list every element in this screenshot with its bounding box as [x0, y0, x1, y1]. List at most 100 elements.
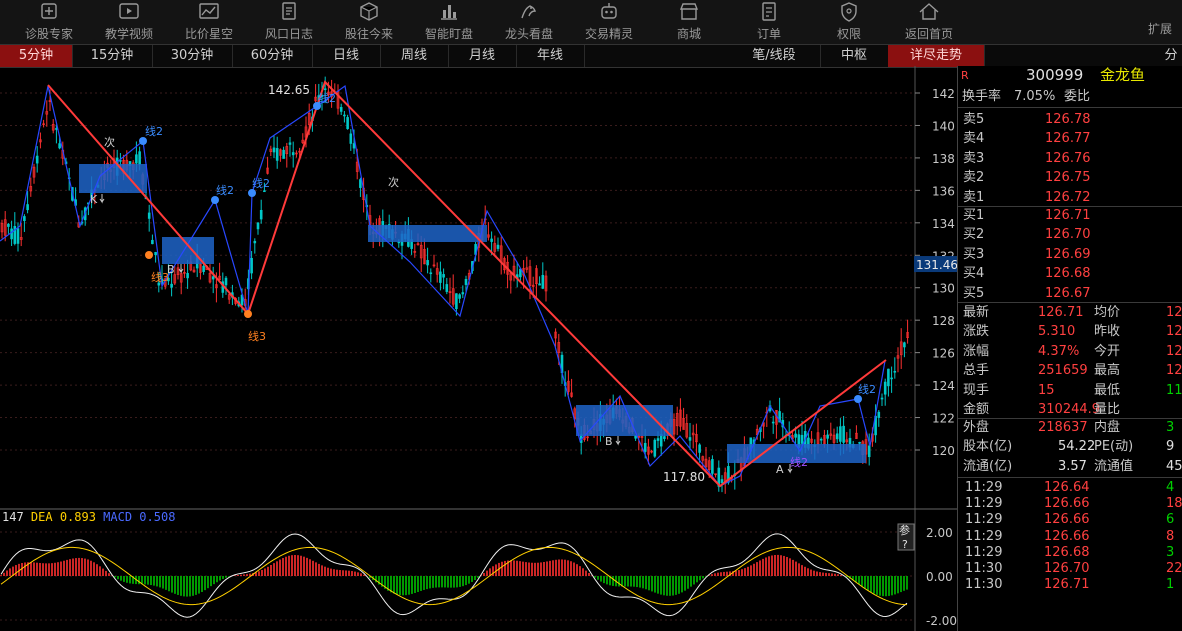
pivot-zone[interactable]	[576, 405, 673, 436]
pivot-dot[interactable]	[145, 251, 153, 259]
candle-body	[288, 142, 292, 145]
stat-label-2: PE(动)	[1094, 439, 1134, 455]
toolbar-order-button[interactable]: 订单	[729, 0, 809, 44]
candle-body	[461, 292, 465, 295]
annotation-label: 线2	[318, 91, 336, 105]
toolbar-label: 商城	[676, 27, 701, 41]
tab-period[interactable]: 年线	[516, 45, 585, 67]
toolbar-dragon-button[interactable]: 龙头看盘	[489, 0, 569, 44]
ask-price: 126.72	[1045, 189, 1091, 205]
stat-label-2: 最高	[1094, 363, 1121, 379]
bid-price: 126.69	[1045, 246, 1091, 262]
macd-tick-label: 2.00	[926, 526, 953, 540]
pivot-zone[interactable]	[162, 237, 214, 264]
pivot-zone[interactable]	[79, 164, 147, 193]
candle-body	[256, 222, 260, 230]
tab-period[interactable]: 60分钟	[232, 45, 313, 67]
stat-value-2: 12	[1166, 363, 1182, 379]
ask-row: 卖2 126.75	[958, 168, 1182, 187]
candle-body	[138, 151, 141, 165]
pivot-dot[interactable]	[211, 196, 219, 204]
ask-price: 126.78	[1045, 112, 1091, 127]
period-tab-bar: 5分钟 15分钟 30分钟 60分钟 日线 周线 月线 年线 笔/线段 中枢 详尽走势 分	[0, 44, 1182, 68]
arrow-down-icon	[99, 194, 105, 204]
tab-edge[interactable]: 分	[1160, 45, 1182, 67]
tick-price: 126.71	[1044, 577, 1090, 593]
pivot-dot[interactable]	[854, 395, 862, 403]
ask-price: 126.76	[1045, 150, 1091, 166]
toolbar-robot-button[interactable]: 交易精灵	[569, 0, 649, 44]
ask-row: 卖4 126.77	[958, 129, 1182, 148]
kline-chart[interactable]: 142140138136134132130128126124122120131.…	[0, 66, 957, 631]
candle-body	[282, 149, 285, 159]
toolbar-shield-button[interactable]: 权限	[809, 0, 889, 44]
toolbar-plus-box-button[interactable]: 诊股专家	[9, 0, 89, 44]
tab-analysis[interactable]: 详尽走势	[888, 45, 985, 67]
candle-body	[698, 444, 701, 453]
candle-body	[826, 434, 829, 439]
tab-period[interactable]: 日线	[312, 45, 381, 67]
stat-value: 218637	[1038, 420, 1088, 435]
tab-period[interactable]: 15分钟	[72, 45, 153, 67]
candle-body	[170, 283, 173, 288]
turnover-label: 换手率	[962, 89, 1002, 104]
macd-tick-label: -2.00	[926, 614, 957, 628]
toolbar-cube-button[interactable]: 股往今来	[329, 0, 409, 44]
tab-analysis[interactable]: 笔/线段	[728, 45, 821, 67]
ask-label: 卖1	[963, 189, 985, 205]
tab-period[interactable]: 5分钟	[0, 45, 73, 67]
tick-time: 11:30	[965, 577, 1003, 593]
candle-body	[688, 437, 692, 441]
stat-value: 251659	[1038, 363, 1088, 379]
toolbar-bar-chart-button[interactable]: 智能盯盘	[409, 0, 489, 44]
tab-period[interactable]: 30分钟	[152, 45, 233, 67]
pivot-dot[interactable]	[244, 310, 252, 318]
candle-body	[250, 257, 253, 274]
candle-body	[659, 434, 663, 447]
cube-icon	[360, 2, 378, 21]
candle-body	[800, 434, 804, 444]
tab-period[interactable]: 月线	[448, 45, 517, 67]
param-button[interactable]: 参?	[897, 523, 915, 551]
stat-label-2: 量比	[1094, 402, 1121, 417]
expand-button[interactable]: 扩展	[1148, 20, 1172, 37]
candle-body	[541, 274, 545, 289]
candle-body	[883, 381, 887, 395]
stat-label-2: 昨收	[1094, 324, 1121, 340]
pivot-dot[interactable]	[139, 137, 147, 145]
candle-body	[23, 216, 26, 221]
toolbar-store-button[interactable]: 商城	[649, 0, 729, 44]
candle-body	[58, 143, 61, 149]
macd-legend-macd-label: MACD	[103, 510, 139, 524]
candle-body	[771, 421, 775, 424]
toolbar-chart-button[interactable]: 比价星空	[169, 0, 249, 44]
candle-body	[663, 436, 666, 439]
low-price-label: 117.80	[663, 470, 705, 484]
toolbar-label: 龙头看盘	[504, 27, 553, 41]
candle-body	[538, 283, 541, 286]
candle-body	[903, 342, 906, 348]
stat-label: 股本(亿)	[963, 439, 1013, 455]
param-button-label: 参	[899, 523, 910, 537]
param-button-q: ?	[902, 538, 908, 551]
candle-body	[426, 260, 429, 266]
pivot-dot[interactable]	[248, 189, 256, 197]
pivot-zone[interactable]	[368, 225, 487, 242]
stat-value-2: 45	[1166, 458, 1182, 474]
ask-price: 126.77	[1045, 131, 1091, 147]
toolbar-home-button[interactable]: 返回首页	[889, 0, 969, 44]
arrow-down-icon	[615, 436, 621, 446]
toolbar-document-button[interactable]: 风口日志	[249, 0, 329, 44]
bid-label: 买1	[963, 208, 985, 223]
price-tick-label: 138	[932, 152, 955, 166]
toolbar-play-button[interactable]: 教学视频	[89, 0, 169, 44]
turnover-value: 7.05%	[1014, 89, 1056, 104]
candle-body	[496, 244, 500, 249]
toolbar-label: 风口日志	[264, 27, 313, 41]
price-tick-label: 126	[932, 347, 955, 361]
candle-body	[893, 370, 897, 373]
tab-analysis[interactable]: 中枢	[820, 45, 889, 67]
stat-label-2: 均价	[1094, 305, 1121, 320]
tab-period[interactable]: 周线	[380, 45, 449, 67]
toolbar-label: 诊股专家	[24, 27, 73, 41]
